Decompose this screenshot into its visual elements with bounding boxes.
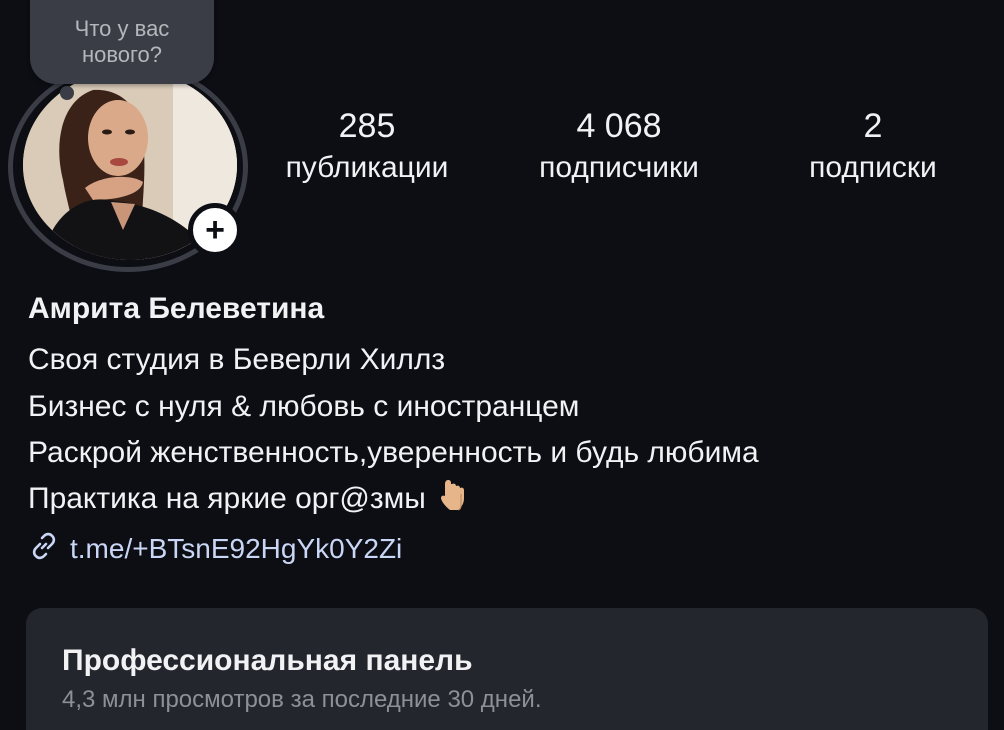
profile-link[interactable]: t.me/+BTsnE92HgYk0Y2Zi — [28, 530, 402, 567]
note-bubble[interactable]: Что у вас нового? — [30, 0, 214, 84]
bio-line-text: Практика на яркие орг@змы — [28, 481, 426, 515]
profile-name: Амрита Белеветина — [28, 292, 325, 325]
bio-line: Раскрой женственность,уверенность и будь… — [28, 436, 759, 469]
avatar[interactable]: + — [8, 62, 256, 274]
bio-line-with-emoji: Практика на яркие орг@змы — [28, 478, 466, 522]
add-story-button[interactable]: + — [188, 203, 242, 257]
following-count: 2 — [863, 107, 883, 145]
note-text-line1: Что у вас — [74, 16, 170, 41]
stat-followers[interactable]: 4 068 подписчики — [514, 104, 724, 188]
bio-line: Своя студия в Беверли Хиллз — [28, 343, 446, 376]
professional-dashboard-subtitle: 4,3 млн просмотров за последние 30 дней. — [62, 686, 542, 713]
pointing-down-hand-emoji — [440, 478, 466, 522]
following-label: подписки — [809, 151, 937, 184]
stat-posts[interactable]: 285 публикации — [262, 104, 472, 188]
link-chain-icon — [28, 530, 60, 567]
note-text-line2: нового? — [81, 42, 163, 67]
note-bubble-tail — [60, 86, 74, 100]
profile-page: + Что у вас нового? 285 публикации 4 068… — [0, 0, 1004, 730]
followers-count: 4 068 — [576, 107, 662, 145]
posts-label: публикации — [285, 151, 449, 184]
professional-dashboard-title: Профессиональная панель — [62, 644, 473, 677]
link-url: t.me/+BTsnE92HgYk0Y2Zi — [70, 532, 403, 564]
bio-line: Бизнес с нуля & любовь с иностранцем — [28, 390, 580, 423]
professional-dashboard-card[interactable]: Профессиональная панель 4,3 млн просмотр… — [26, 608, 988, 730]
followers-label: подписчики — [539, 151, 699, 184]
stat-following[interactable]: 2 подписки — [778, 104, 968, 188]
posts-count: 285 — [338, 107, 396, 145]
